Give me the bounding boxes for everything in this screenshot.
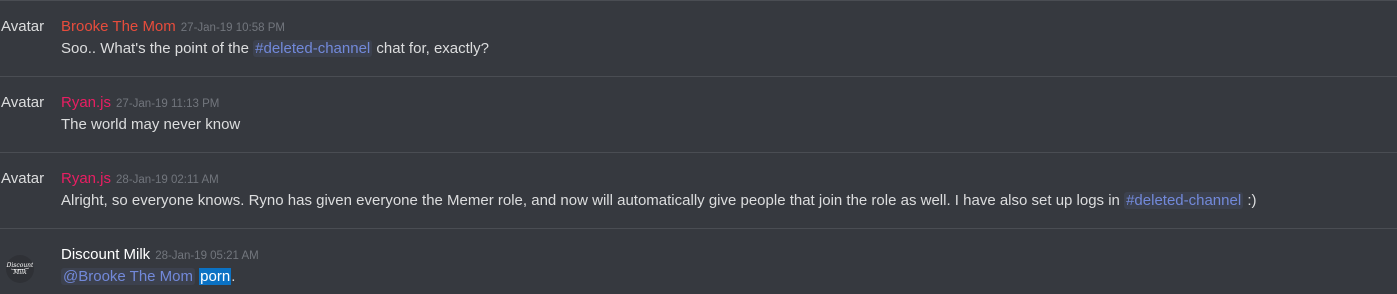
channel-mention[interactable]: #deleted-channel (253, 40, 373, 57)
message-header: Brooke The Mom 27-Jan-19 10:58 PM (61, 17, 285, 38)
svg-text:Discount: Discount (6, 262, 34, 269)
message-content: Soo.. What's the point of the #deleted-c… (61, 39, 489, 59)
avatar[interactable]: Discount Milk (6, 255, 34, 283)
timestamp: 28-Jan-19 02:11 AM (116, 174, 219, 186)
message-text: The world may never know (61, 116, 241, 133)
message-text: . (231, 268, 236, 285)
message-header: Ryan.js 28-Jan-19 02:11 AM (61, 169, 219, 190)
username[interactable]: Ryan.js (61, 170, 111, 187)
message-text: :) (1243, 192, 1257, 209)
timestamp: 27-Jan-19 10:58 PM (180, 22, 285, 34)
username[interactable]: Discount Milk (61, 246, 150, 263)
message-content: Alright, so everyone knows. Ryno has giv… (61, 191, 1257, 211)
selected-text[interactable]: porn (199, 268, 232, 285)
message-text: Alright, so everyone knows. Ryno has giv… (61, 192, 1125, 209)
username[interactable]: Ryan.js (61, 94, 111, 111)
message: Discount Milk Discount Milk 28-Jan-19 05:… (0, 228, 1397, 294)
message-content: @Brooke The Mom porn. (61, 267, 235, 287)
message: Avatar Brooke The Mom 27-Jan-19 10:58 PM … (0, 0, 1397, 77)
message-content: The world may never know (61, 115, 240, 135)
message-text: chat for, exactly? (372, 40, 489, 57)
avatar[interactable]: Avatar (1, 170, 44, 188)
chat-messages: Avatar Brooke The Mom 27-Jan-19 10:58 PM … (0, 0, 1397, 294)
message-text: Soo.. What's the point of the (61, 40, 254, 57)
message: Avatar Ryan.js 28-Jan-19 02:11 AM Alright… (0, 152, 1397, 229)
message-header: Discount Milk 28-Jan-19 05:21 AM (61, 245, 259, 266)
discount-milk-logo-icon: Discount Milk (6, 262, 34, 276)
username[interactable]: Brooke The Mom (61, 18, 176, 35)
message: Avatar Ryan.js 27-Jan-19 11:13 PM The wor… (0, 76, 1397, 153)
avatar[interactable]: Avatar (1, 94, 44, 112)
user-mention[interactable]: @Brooke The Mom (61, 268, 195, 285)
avatar[interactable]: Avatar (1, 18, 44, 36)
timestamp: 27-Jan-19 11:13 PM (116, 98, 220, 110)
message-header: Ryan.js 27-Jan-19 11:13 PM (61, 93, 219, 114)
channel-mention[interactable]: #deleted-channel (1124, 192, 1244, 209)
timestamp: 28-Jan-19 05:21 AM (155, 250, 259, 262)
